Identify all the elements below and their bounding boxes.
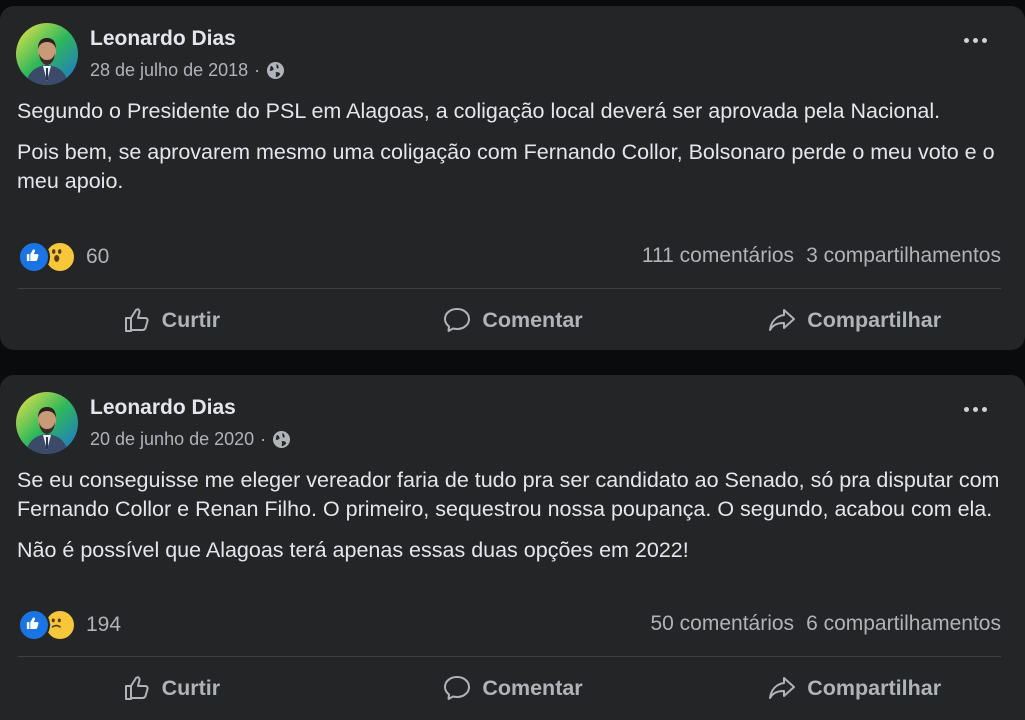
share-button[interactable]: Compartilhar xyxy=(683,671,1025,705)
more-options-icon[interactable] xyxy=(964,407,987,412)
shares-count[interactable]: 6 compartilhamentos xyxy=(806,612,1001,636)
post-text: Segundo o Presidente do PSL em Alagoas, … xyxy=(17,97,1005,208)
globe-icon xyxy=(267,61,285,80)
action-bar: Curtir Comentar Compartilhar xyxy=(0,303,1025,337)
share-arrow-icon xyxy=(769,309,796,331)
post-paragraph: Pois bem, se aprovarem mesmo uma coligaç… xyxy=(17,140,995,193)
post-card: Leonardo Dias 20 de junho de 2020 · Se e… xyxy=(0,375,1025,720)
comment-label: Comentar xyxy=(482,675,583,700)
post-stats: 50 comentários 6 compartilhamentos xyxy=(650,612,1001,636)
comment-icon xyxy=(444,676,471,700)
post-text: Se eu conseguisse me eleger vereador far… xyxy=(17,466,1005,577)
reaction-count: 60 xyxy=(86,245,110,268)
comments-count[interactable]: 50 comentários xyxy=(650,612,794,636)
author-name[interactable]: Leonardo Dias xyxy=(90,396,236,420)
post-paragraph: Segundo o Presidente do PSL em Alagoas, … xyxy=(17,99,941,123)
comment-label: Comentar xyxy=(482,307,583,332)
share-arrow-icon xyxy=(769,677,796,699)
post-stats: 111 comentários 3 compartilhamentos xyxy=(642,244,1001,268)
author-name[interactable]: Leonardo Dias xyxy=(90,27,236,51)
share-label: Compartilhar xyxy=(807,307,942,332)
avatar[interactable] xyxy=(16,392,78,454)
reaction-count: 194 xyxy=(86,613,122,636)
meta-separator: · xyxy=(254,60,261,80)
post-paragraph: Não é possível que Alagoas terá apenas e… xyxy=(17,538,689,562)
post-date[interactable]: 28 de julho de 2018 xyxy=(90,60,248,81)
globe-icon xyxy=(273,430,291,449)
comment-button[interactable]: Comentar xyxy=(342,303,684,337)
comment-icon xyxy=(444,308,471,332)
like-button[interactable]: Curtir xyxy=(0,671,342,705)
divider xyxy=(18,288,1001,289)
avatar[interactable] xyxy=(16,23,78,85)
post-paragraph: Se eu conseguisse me eleger vereador far… xyxy=(17,468,1000,521)
share-label: Compartilhar xyxy=(807,675,942,700)
like-label: Curtir xyxy=(161,307,221,332)
like-button[interactable]: Curtir xyxy=(0,303,342,337)
post-card: Leonardo Dias 28 de julho de 2018 · Segu… xyxy=(0,6,1025,350)
more-options-icon[interactable] xyxy=(964,38,987,43)
like-label: Curtir xyxy=(161,675,221,700)
divider xyxy=(18,656,1001,657)
shares-count[interactable]: 3 compartilhamentos xyxy=(806,244,1001,268)
thumbs-up-icon xyxy=(124,308,149,332)
post-meta: 28 de julho de 2018 · xyxy=(90,60,285,81)
thumbs-up-icon xyxy=(124,676,149,700)
action-bar: Curtir Comentar Compartilhar xyxy=(0,671,1025,705)
post-date[interactable]: 20 de junho de 2020 xyxy=(90,429,254,450)
comments-count[interactable]: 111 comentários xyxy=(642,244,794,268)
like-icon xyxy=(18,241,50,273)
like-icon xyxy=(18,609,50,641)
comment-button[interactable]: Comentar xyxy=(342,671,684,705)
share-button[interactable]: Compartilhar xyxy=(683,303,1025,337)
reactions-summary[interactable]: 60 xyxy=(18,241,109,273)
post-meta: 20 de junho de 2020 · xyxy=(90,429,291,450)
reactions-summary[interactable]: 194 xyxy=(18,609,121,641)
meta-separator: · xyxy=(260,429,267,449)
